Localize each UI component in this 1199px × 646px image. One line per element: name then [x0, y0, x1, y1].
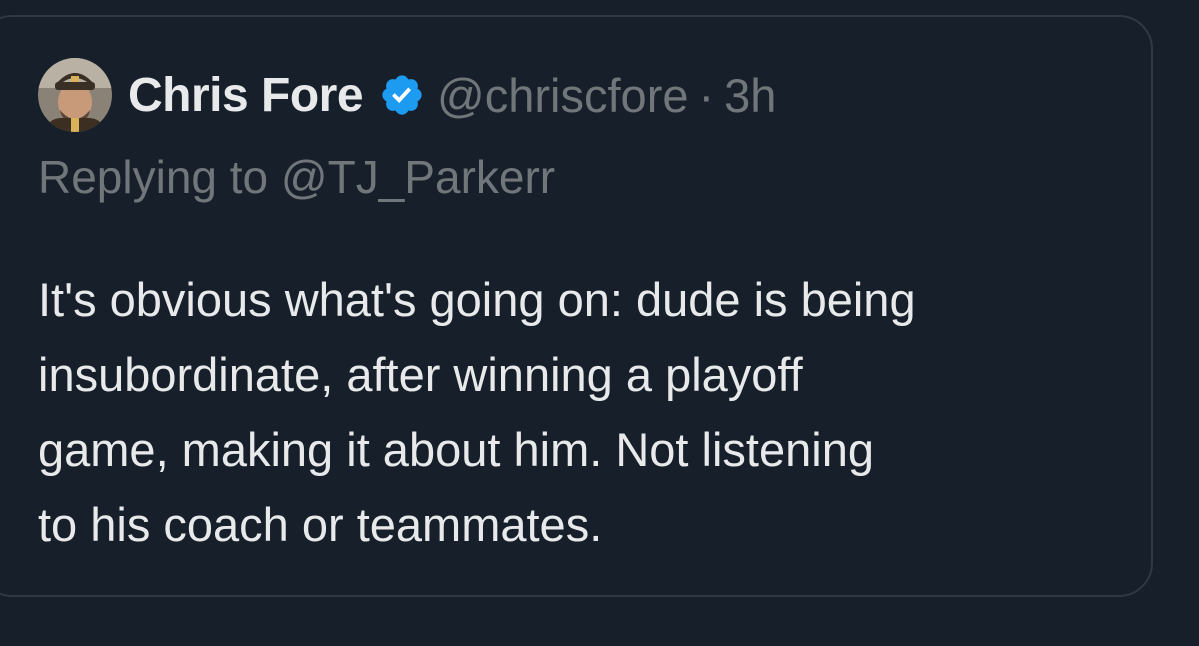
replying-to-line: Replying to @TJ_Parkerr: [38, 150, 555, 204]
replying-to-handle[interactable]: @TJ_Parkerr: [281, 151, 555, 203]
tweet-text-line: game, making it about him. Not listening: [38, 423, 874, 476]
verified-badge-icon: [379, 72, 425, 118]
tweet-text-line: It's obvious what's going on: dude is be…: [38, 273, 916, 326]
author-handle[interactable]: @chriscfore: [437, 68, 688, 123]
author-display-name[interactable]: Chris Fore: [128, 68, 364, 123]
user-avatar[interactable]: [38, 58, 112, 132]
avatar-image: [38, 58, 112, 132]
tweet-timestamp[interactable]: 3h: [724, 68, 776, 123]
tweet-text: It's obvious what's going on: dude is be…: [38, 262, 1138, 562]
tweet-text-line: insubordinate, after winning a playoff: [38, 348, 803, 401]
tweet-header: Chris Fore @chriscfore · 3h: [128, 60, 776, 130]
replying-to-prefix: Replying to: [38, 151, 269, 203]
tweet-text-line: to his coach or teammates.: [38, 498, 603, 551]
separator-dot: ·: [698, 68, 715, 122]
